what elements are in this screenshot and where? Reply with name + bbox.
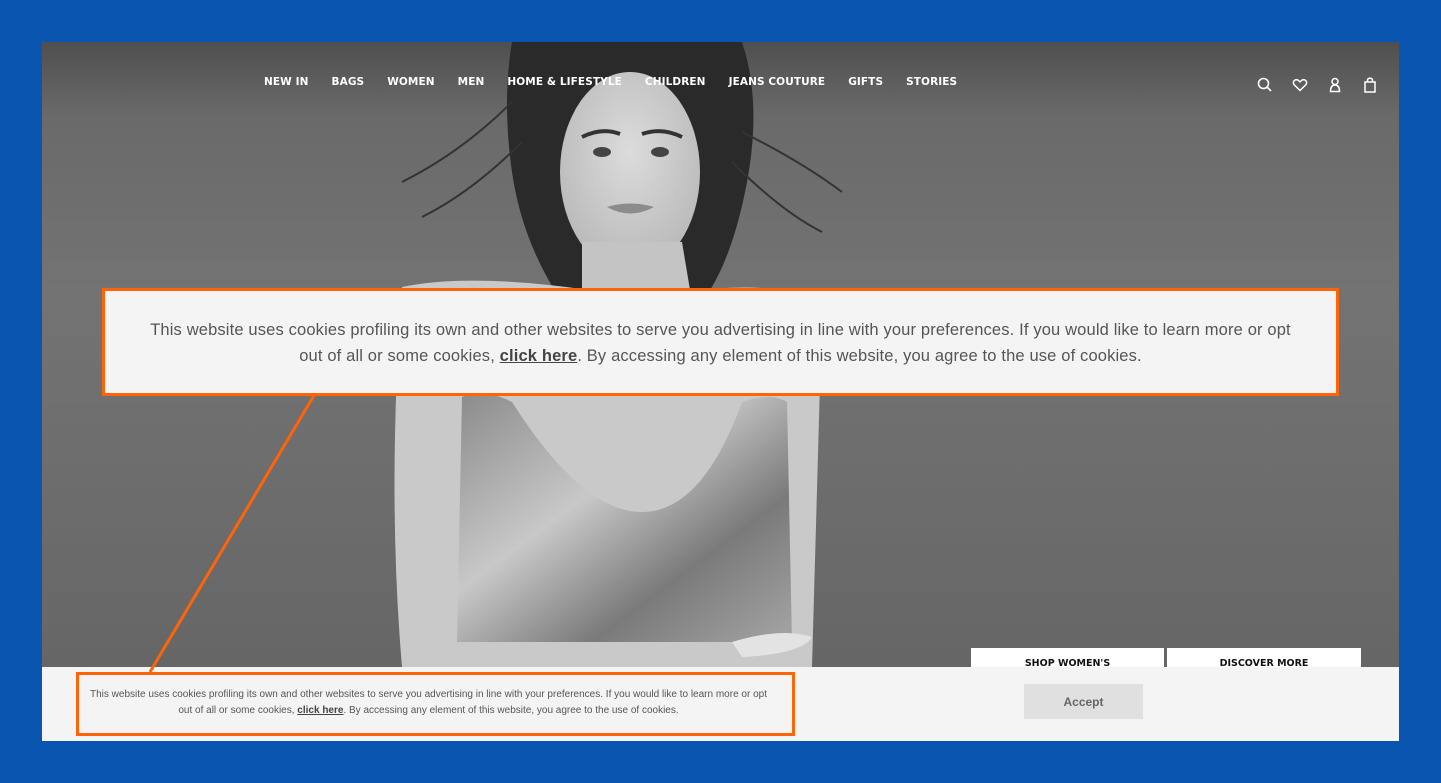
- main-nav: NEW IN BAGS WOMEN MEN HOME & LIFESTYLE C…: [264, 76, 980, 88]
- nav-item-bags[interactable]: BAGS: [332, 76, 365, 88]
- nav-item-jeans-couture[interactable]: JEANS COUTURE: [729, 76, 826, 88]
- callout-message: This website uses cookies profiling its …: [145, 317, 1296, 369]
- callout-click-here-link: click here: [499, 347, 578, 365]
- annotation-callout-zoomed: This website uses cookies profiling its …: [102, 288, 1339, 396]
- nav-item-stories[interactable]: STORIES: [906, 76, 957, 88]
- account-icon[interactable]: [1326, 76, 1344, 94]
- search-icon[interactable]: [1256, 76, 1274, 94]
- nav-item-home-lifestyle[interactable]: HOME & LIFESTYLE: [507, 76, 622, 88]
- nav-item-children[interactable]: CHILDREN: [645, 76, 706, 88]
- nav-item-women[interactable]: WOMEN: [387, 76, 434, 88]
- bag-icon[interactable]: [1361, 76, 1379, 94]
- nav-item-new-in[interactable]: NEW IN: [264, 76, 309, 88]
- nav-item-gifts[interactable]: GIFTS: [848, 76, 883, 88]
- heart-icon[interactable]: [1291, 76, 1309, 94]
- callout-text-end: . By accessing any element of this websi…: [577, 347, 1142, 365]
- accept-cookies-button[interactable]: Accept: [1024, 684, 1143, 719]
- nav-item-men[interactable]: MEN: [458, 76, 485, 88]
- header-icons: [1256, 76, 1379, 94]
- annotation-highlight-box: [76, 672, 795, 736]
